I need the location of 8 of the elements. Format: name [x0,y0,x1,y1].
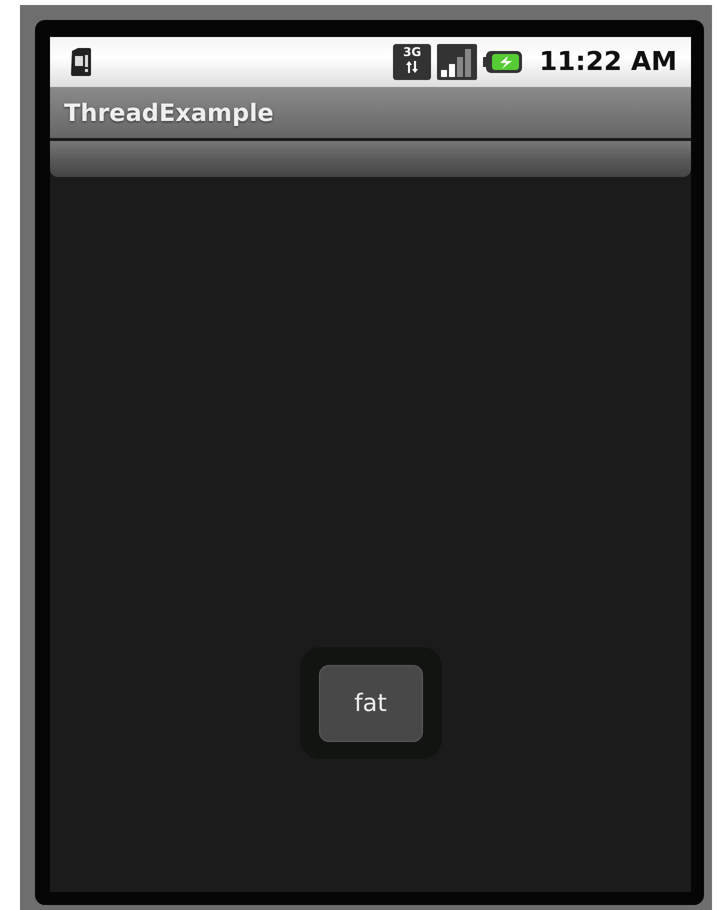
fat-button[interactable]: fat [318,664,422,742]
battery-charging-icon [483,50,524,74]
app-title: ThreadExample [64,98,274,126]
data-arrows-icon [405,60,420,74]
sim-card-icon [70,47,92,77]
signal-icon [437,44,478,80]
clock-time: 11:22 AM [539,47,677,77]
network-type-icon: 3G [393,44,432,80]
